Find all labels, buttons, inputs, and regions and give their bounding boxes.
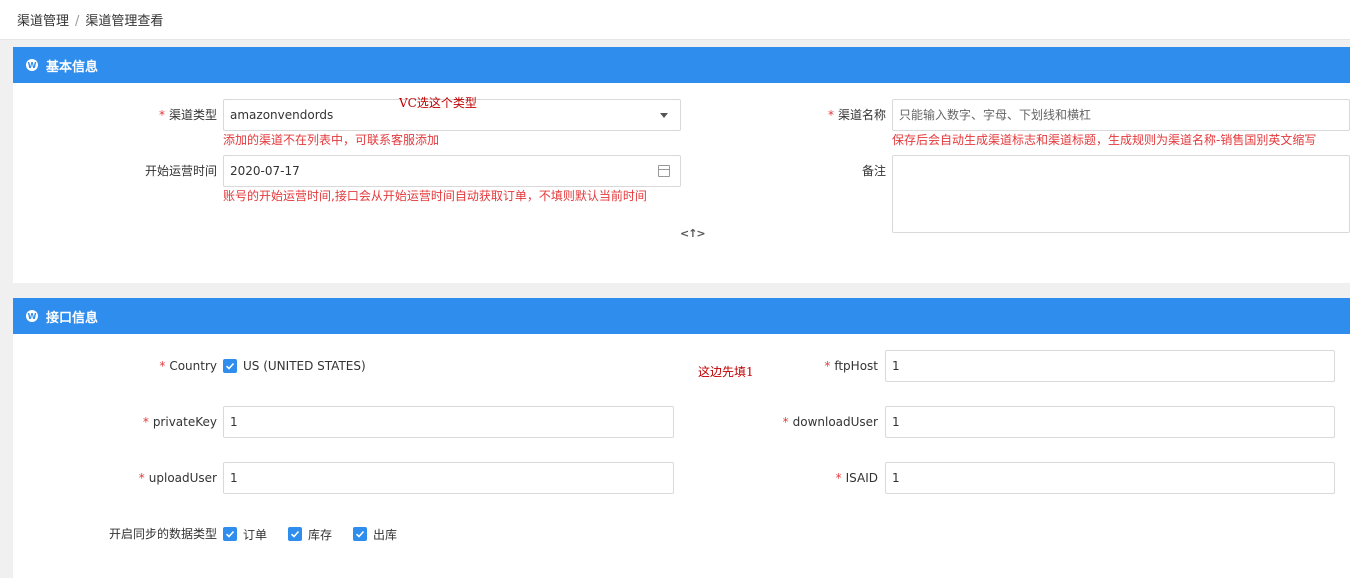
sync-outbound-label: 出库 — [373, 527, 398, 542]
top-bar: 渠道管理 / 渠道管理查看 — [0, 0, 1350, 40]
breadcrumb-root[interactable]: 渠道管理 — [17, 14, 69, 29]
country-us-checkbox[interactable]: US (UNITED STATES) — [223, 358, 366, 374]
isaid-label-text: ISAID — [845, 471, 878, 485]
remark-label: 备注 — [786, 163, 886, 179]
vc-type-annotation: VC选这个类型 — [399, 96, 477, 110]
required-marker: * — [824, 359, 831, 373]
private-key-label-text: privateKey — [152, 415, 217, 429]
sync-inventory-label: 库存 — [308, 527, 333, 542]
ftp-host-field[interactable] — [892, 351, 1334, 381]
download-user-input[interactable] — [885, 406, 1335, 438]
required-marker: * — [835, 471, 842, 485]
ftp-host-input[interactable] — [885, 350, 1335, 382]
check-icon — [288, 527, 302, 541]
check-icon — [223, 527, 237, 541]
check-icon — [223, 359, 237, 373]
sync-order-label: 订单 — [243, 527, 268, 542]
required-marker: * — [782, 415, 789, 429]
required-marker: * — [142, 415, 149, 429]
channel-name-label: * 渠道名称 — [786, 107, 886, 123]
breadcrumb-separator: / — [75, 14, 80, 29]
download-user-field[interactable] — [892, 407, 1334, 437]
ftp-host-label: * ftpHost — [778, 358, 878, 374]
start-time-value: 2020-07-17 — [230, 164, 300, 178]
fill-one-annotation: 这边先填1 — [698, 365, 754, 379]
remark-textarea[interactable] — [892, 155, 1350, 233]
check-icon — [353, 527, 367, 541]
required-marker: * — [158, 108, 165, 122]
sync-order-checkbox[interactable]: 订单 — [223, 526, 267, 542]
channel-type-label-text: 渠道类型 — [168, 108, 217, 122]
country-label: * Country — [117, 358, 217, 374]
upload-user-label-text: uploadUser — [148, 471, 217, 485]
start-time-label: 开始运营时间 — [117, 163, 217, 179]
ftp-host-label-text: ftpHost — [834, 359, 878, 373]
upload-user-field[interactable] — [230, 463, 673, 493]
remark-label-text: 备注 — [861, 164, 886, 178]
api-info-title: 接口信息 — [46, 310, 99, 326]
isaid-field[interactable] — [892, 463, 1334, 493]
sync-outbound-checkbox[interactable]: 出库 — [353, 526, 397, 542]
channel-name-field[interactable] — [899, 100, 1349, 130]
channel-type-label: * 渠道类型 — [117, 107, 217, 123]
start-time-hint: 账号的开始运营时间,接口会从开始运营时间自动获取订单，不填则默认当前时间 — [223, 189, 647, 203]
download-user-label-text: downloadUser — [792, 415, 878, 429]
breadcrumb-current: 渠道管理查看 — [85, 14, 164, 29]
collapse-toggle-icon[interactable]: <↑> — [680, 227, 706, 240]
sync-types-label-text: 开启同步的数据类型 — [108, 527, 217, 541]
private-key-label: * privateKey — [117, 414, 217, 430]
channel-type-hint: 添加的渠道不在列表中，可联系客服添加 — [223, 133, 440, 147]
channel-name-label-text: 渠道名称 — [837, 108, 886, 122]
basic-info-panel: W 基本信息 * 渠道类型 amazonvendords 添加的渠道不在列表中，可… — [13, 47, 1350, 283]
basic-info-title: 基本信息 — [46, 59, 99, 75]
country-us-label: US (UNITED STATES) — [243, 359, 366, 373]
sync-inventory-checkbox[interactable]: 库存 — [288, 526, 332, 542]
required-marker: * — [827, 108, 834, 122]
wordpress-icon: W — [26, 59, 38, 71]
channel-name-hint: 保存后会自动生成渠道标志和渠道标题，生成规则为渠道名称-销售国别英文缩写 — [892, 133, 1317, 147]
start-time-label-text: 开始运营时间 — [144, 164, 217, 178]
caret-down-icon — [660, 113, 668, 118]
isaid-input[interactable] — [885, 462, 1335, 494]
sync-types-label: 开启同步的数据类型 — [87, 526, 217, 542]
country-label-text: Country — [169, 359, 217, 373]
api-info-panel: W 接口信息 * Country US (UNITED STATES) 这边先填1… — [13, 298, 1350, 578]
api-info-header[interactable]: W 接口信息 — [13, 298, 1350, 334]
start-time-picker[interactable]: 2020-07-17 — [223, 155, 681, 187]
wordpress-icon: W — [26, 310, 38, 322]
private-key-field[interactable] — [230, 407, 673, 437]
isaid-label: * ISAID — [778, 470, 878, 486]
breadcrumb: 渠道管理 / 渠道管理查看 — [17, 10, 163, 29]
channel-name-input[interactable] — [892, 99, 1350, 131]
download-user-label: * downloadUser — [758, 414, 878, 430]
channel-type-value: amazonvendords — [230, 108, 334, 122]
required-marker: * — [138, 471, 145, 485]
private-key-input[interactable] — [223, 406, 674, 438]
upload-user-input[interactable] — [223, 462, 674, 494]
required-marker: * — [159, 359, 166, 373]
calendar-icon[interactable] — [658, 165, 670, 177]
upload-user-label: * uploadUser — [117, 470, 217, 486]
basic-info-header[interactable]: W 基本信息 — [13, 47, 1350, 83]
